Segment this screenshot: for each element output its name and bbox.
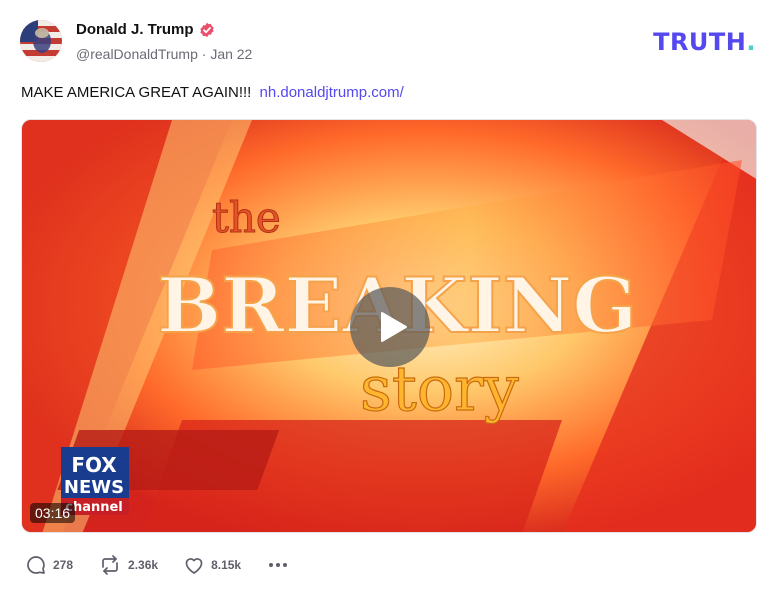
play-icon [381, 312, 407, 342]
retruth-button[interactable]: 2.36k [99, 555, 158, 575]
avatar-image [20, 20, 62, 62]
video-player[interactable]: the BREAKING story FOX NEWS channel 03:1… [21, 119, 757, 533]
truth-logo-text: TRUTH [653, 28, 747, 56]
meta-separator: · [201, 46, 207, 62]
reply-count: 278 [53, 558, 74, 572]
like-count: 8.15k [211, 558, 242, 572]
author-meta: @realDonaldTrump · Jan 22 [76, 46, 252, 62]
fox-logo-mid: NEWS [64, 477, 124, 498]
author-display-name[interactable]: Donald J. Trump [76, 21, 194, 38]
retruth-icon [102, 555, 118, 575]
truth-logo[interactable]: TRUTH. [653, 28, 756, 56]
heart-icon [185, 557, 203, 574]
reply-icon [27, 556, 45, 574]
more-options-button[interactable] [267, 557, 289, 573]
truth-logo-dot: . [746, 28, 756, 56]
more-icon [269, 563, 274, 567]
author-handle[interactable]: @realDonaldTrump [76, 46, 198, 62]
video-title-the: the [212, 193, 281, 242]
retruth-count: 2.36k [128, 558, 159, 572]
reply-button[interactable]: 278 [26, 555, 73, 575]
fox-logo-top: FOX [71, 453, 117, 477]
like-button[interactable]: 8.15k [184, 556, 241, 575]
play-button[interactable] [350, 287, 430, 367]
post-text: MAKE AMERICA GREAT AGAIN!!! nh.donaldjtr… [21, 84, 404, 101]
post-body: MAKE AMERICA GREAT AGAIN!!! [21, 84, 252, 101]
avatar[interactable] [20, 20, 62, 62]
video-duration: 03:16 [30, 503, 76, 523]
verified-badge-icon [199, 22, 214, 37]
author-name-row: Donald J. Trump [76, 21, 215, 38]
post-link[interactable]: nh.donaldjtrump.com/ [260, 84, 404, 101]
post-actions: 278 2.36k 8.15k [26, 555, 289, 575]
post-date[interactable]: Jan 22 [210, 46, 252, 62]
